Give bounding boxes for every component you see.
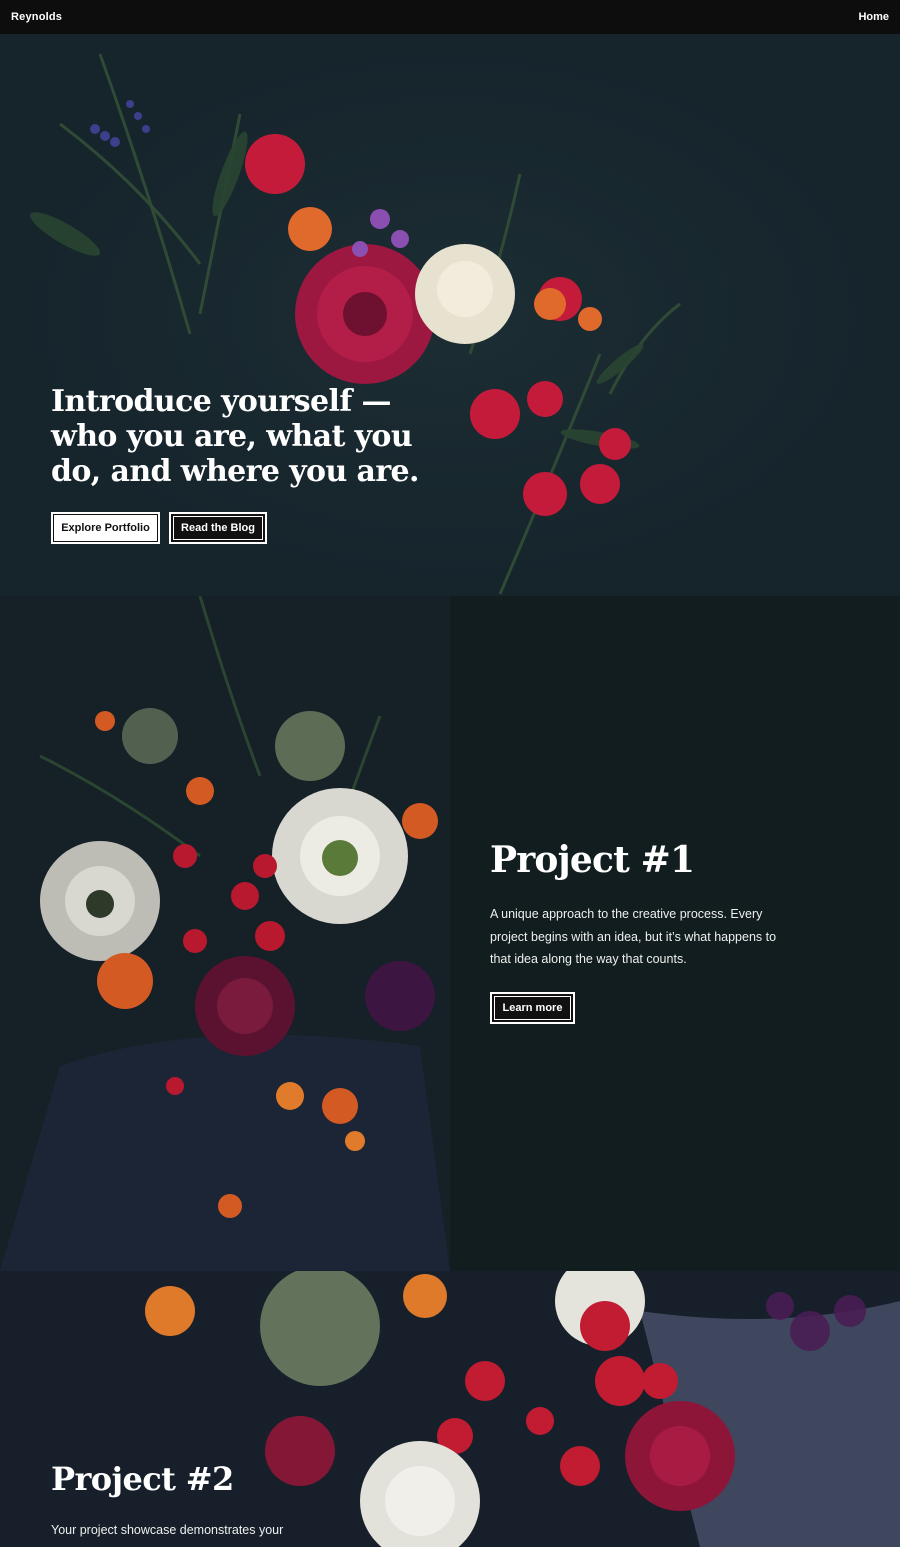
nav-home-link[interactable]: Home — [858, 11, 889, 23]
project2-title: Project #2 — [51, 1460, 234, 1498]
hero-headline: Introduce yourself — who you are, what y… — [51, 384, 419, 489]
project1-image-panel — [0, 596, 450, 1271]
project1-title: Project #1 — [490, 839, 695, 881]
project2-description: Your project showcase demonstrates your — [51, 1523, 284, 1537]
project2-floral-image — [0, 1271, 900, 1547]
top-navigation: Reynolds Home — [0, 0, 900, 34]
read-blog-button[interactable]: Read the Blog — [169, 512, 267, 544]
learn-more-button[interactable]: Learn more — [490, 992, 575, 1024]
project1-floral-image — [0, 596, 450, 1271]
project1-description: A unique approach to the creative proces… — [490, 907, 777, 966]
site-logo[interactable]: Reynolds — [11, 11, 62, 23]
explore-portfolio-button[interactable]: Explore Portfolio — [51, 512, 160, 544]
project2-section — [0, 1271, 900, 1547]
